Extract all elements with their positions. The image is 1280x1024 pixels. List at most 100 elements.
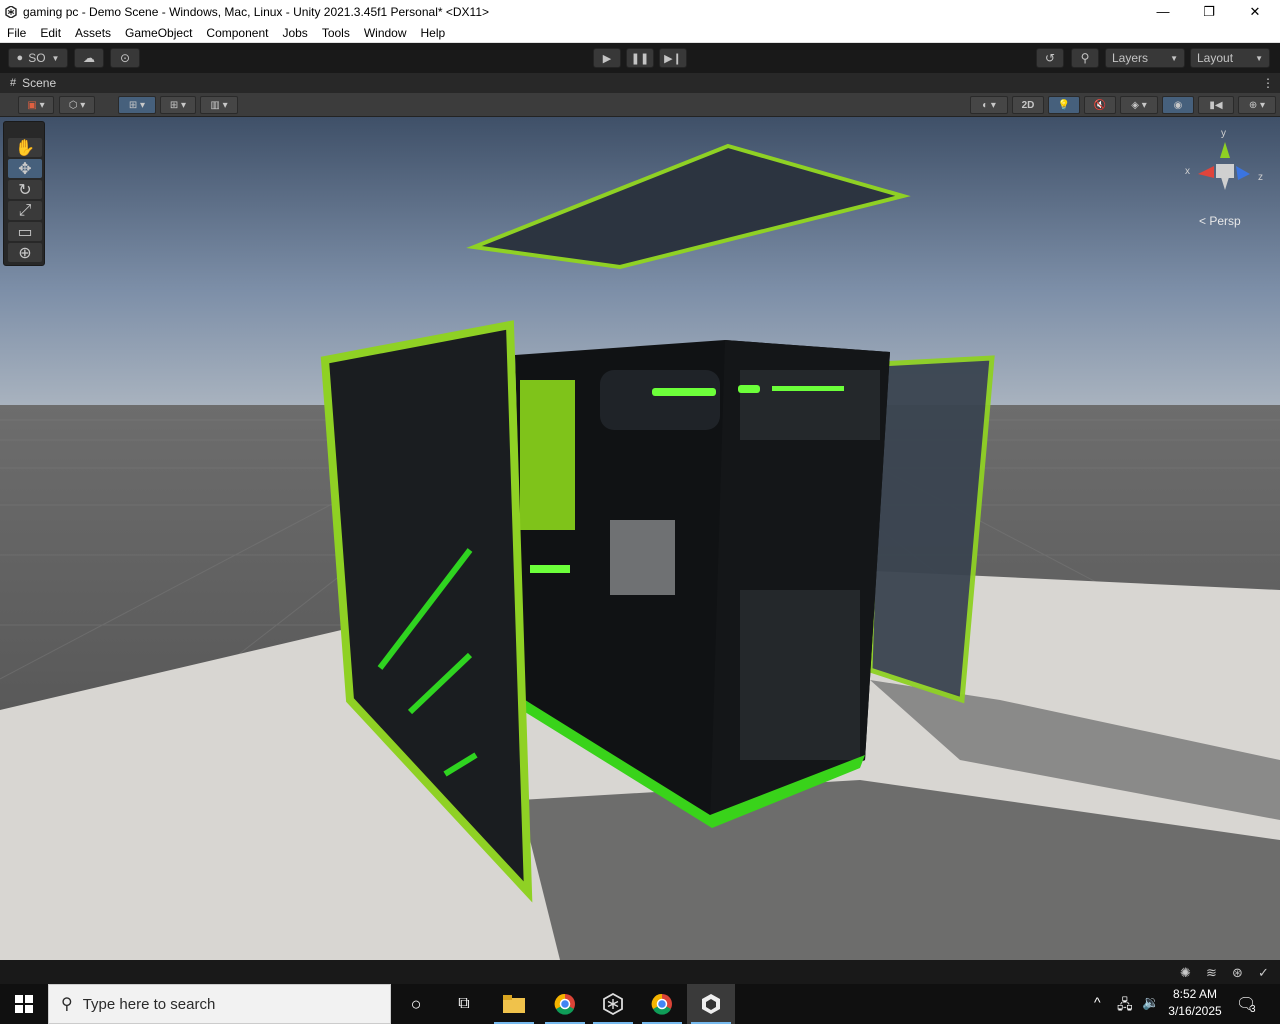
gizmos-dropdown[interactable]: ⊕ ▾ [1238, 96, 1276, 114]
scene-render [0, 117, 1280, 960]
chrome-app-1[interactable] [541, 984, 589, 1024]
camera-icon: ▮◀ [1209, 99, 1223, 111]
folder-icon [503, 995, 525, 1013]
chevron-down-icon: ▼ [1170, 53, 1178, 63]
debug-icon[interactable]: ⊛ [1232, 965, 1243, 981]
hand-tool[interactable]: ✋ [8, 138, 42, 157]
search-button[interactable]: ⚲ [1071, 48, 1099, 68]
draw-mode-dropdown[interactable]: ▣ ▾ [18, 96, 54, 114]
notification-badge: 3 [1250, 1004, 1256, 1015]
toggle-2d-button[interactable]: 2D [1012, 96, 1044, 114]
cloud-button[interactable]: ☁ [74, 48, 104, 68]
rotate-icon: ↻ [18, 181, 32, 199]
chrome-icon [554, 993, 575, 1015]
tool-panel: ✋ ✥ ↻ ⤢ ▭ ⊕ [3, 121, 45, 266]
chevron-down-icon: ▼ [51, 53, 60, 63]
check-icon[interactable]: ✓ [1258, 965, 1269, 981]
menu-assets[interactable]: Assets [68, 26, 118, 40]
gizmo-z-label: z [1258, 172, 1263, 183]
lighting-toggle[interactable]: 💡 [1048, 96, 1080, 114]
scene-viewport[interactable] [0, 117, 1280, 960]
menu-gameobject[interactable]: GameObject [118, 26, 199, 40]
close-button[interactable]: ✕ [1232, 0, 1278, 23]
move-tool[interactable]: ✥ [8, 159, 42, 178]
cube-icon: ⬡ [68, 99, 78, 111]
menu-jobs[interactable]: Jobs [275, 26, 314, 40]
menu-help[interactable]: Help [414, 26, 453, 40]
scene-tab-bar: # Scene ⋮ [0, 73, 1280, 93]
cortana-button[interactable]: ○ [392, 984, 440, 1024]
transform-tool[interactable]: ⊕ [8, 243, 42, 262]
effects-dropdown[interactable]: ◈ ▾ [1120, 96, 1158, 114]
notifications-button[interactable]: 🗨 3 [1236, 994, 1256, 1015]
collab-button[interactable]: ⊙ [110, 48, 140, 68]
progress-icon[interactable]: ≋ [1206, 965, 1217, 981]
system-clock[interactable]: 8:52 AM 3/16/2025 [1160, 986, 1230, 1020]
scene-visibility-toggle[interactable]: ◉ [1162, 96, 1194, 114]
show-hidden-icons-button[interactable]: ^ [1094, 994, 1101, 1010]
chrome-icon [651, 993, 672, 1015]
audio-toggle[interactable]: 🔇 [1084, 96, 1116, 114]
rect-tool[interactable]: ▭ [8, 222, 42, 241]
shading-dropdown[interactable]: ⬡ ▾ [59, 96, 95, 114]
network-icon[interactable]: 🖧 [1117, 994, 1133, 1018]
grid-snap-icon: ⊞ [169, 99, 179, 111]
account-icon: ● [16, 52, 24, 64]
layout-dropdown[interactable]: Layout ▼ [1190, 48, 1270, 68]
tab-scene[interactable]: Scene [22, 76, 56, 90]
menu-edit[interactable]: Edit [33, 26, 68, 40]
projection-label[interactable]: < Persp [1199, 214, 1241, 228]
gizmos-icon: ⊕ [1248, 99, 1258, 111]
auto-generate-lighting-icon[interactable]: ✺ [1180, 965, 1191, 981]
pause-icon: ❚❚ [630, 52, 650, 65]
status-bar: ✺ ≋ ⊛ ✓ [0, 960, 1280, 985]
start-button[interactable] [0, 984, 48, 1024]
pause-button[interactable]: ❚❚ [626, 48, 654, 68]
scale-tool[interactable]: ⤢ [8, 201, 42, 220]
unity-editor-app[interactable] [687, 984, 735, 1024]
volume-icon[interactable]: 🔉 [1142, 994, 1159, 1011]
step-button[interactable]: ▶❙ [659, 48, 687, 68]
unity-hub-app[interactable] [589, 984, 637, 1024]
rotate-tool[interactable]: ↻ [8, 180, 42, 199]
snap-toggle[interactable]: ⊞ ▾ [118, 96, 156, 114]
play-button[interactable]: ▶ [593, 48, 621, 68]
account-dropdown[interactable]: ● SO ▼ [8, 48, 68, 68]
menu-window[interactable]: Window [357, 26, 414, 40]
layout-label: Layout [1197, 51, 1234, 65]
layers-dropdown[interactable]: Layers ▼ [1105, 48, 1185, 68]
play-icon: ▶ [602, 52, 612, 65]
move-icon: ✥ [18, 160, 32, 178]
unity-logo-icon [5, 5, 17, 18]
search-icon: ⚲ [61, 996, 73, 1013]
search-icon: ⚲ [1080, 51, 1090, 65]
taskbar-search[interactable]: ⚲ Type here to search [48, 984, 391, 1024]
visibility-icon: ◉ [1173, 99, 1183, 111]
hand-icon: ✋ [15, 139, 35, 157]
file-explorer-app[interactable] [490, 984, 538, 1024]
chevron-down-icon: ▼ [1255, 53, 1263, 63]
menu-tools[interactable]: Tools [315, 26, 357, 40]
menu-file[interactable]: File [0, 26, 33, 40]
tab-menu-icon[interactable]: ⋮ [1262, 76, 1274, 90]
rect-icon: ▭ [17, 223, 33, 241]
increment-snap-dropdown[interactable]: ▥ ▾ [200, 96, 238, 114]
step-icon: ▶❙ [664, 52, 682, 65]
maximize-button[interactable]: ❐ [1186, 0, 1232, 23]
scale-icon: ⤢ [18, 201, 32, 219]
minimize-button[interactable]: — [1140, 0, 1186, 23]
lightbulb-icon: 💡 [1057, 99, 1071, 111]
minimize-icon: — [1156, 4, 1170, 19]
chrome-app-2[interactable] [638, 984, 686, 1024]
history-button[interactable]: ↺ [1036, 48, 1064, 68]
account-label: SO [28, 51, 46, 65]
title-bar: gaming pc - Demo Scene - Windows, Mac, L… [0, 0, 1280, 23]
grid-snap-dropdown[interactable]: ⊞ ▾ [160, 96, 196, 114]
camera-dropdown[interactable]: ▮◀ [1198, 96, 1234, 114]
menu-component[interactable]: Component [199, 26, 275, 40]
window-title: gaming pc - Demo Scene - Windows, Mac, L… [23, 4, 490, 19]
orientation-gizmo[interactable]: y x z < Persp [1180, 126, 1270, 228]
task-view-button[interactable]: ⧉ [440, 984, 488, 1024]
render-mode-dropdown[interactable]: ◐ ▾ [970, 96, 1008, 114]
restore-icon: ❐ [1203, 3, 1215, 19]
